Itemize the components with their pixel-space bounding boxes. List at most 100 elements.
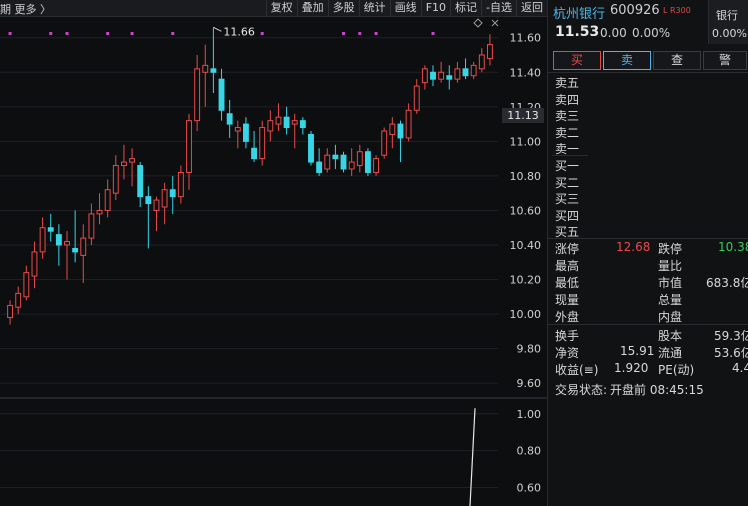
volume-line: [469, 408, 476, 506]
inner-volume-label: 内盘: [658, 310, 683, 324]
event-marker: [342, 32, 346, 35]
candle-body: [356, 151, 363, 167]
total-volume-label: 总量: [658, 293, 683, 307]
share-capital-value: 59.3亿: [714, 329, 748, 343]
candle-body: [186, 120, 192, 173]
y-axis-label: 11.60: [510, 32, 542, 45]
candle-body: [364, 151, 371, 173]
limit-down-label: 跌停: [658, 242, 683, 256]
alert-button[interactable]: 警: [703, 51, 747, 70]
toolbar-button-6[interactable]: 标记: [450, 0, 481, 16]
candle-body: [275, 116, 282, 125]
sector-change-pct: 0.00%: [712, 27, 747, 40]
y-axis-label: 11.40: [510, 66, 542, 79]
candle-body: [137, 165, 144, 198]
pe-label: PE(动): [658, 363, 695, 377]
bids-level-3: 买三: [555, 192, 580, 206]
toolbar-button-4[interactable]: 画线: [389, 0, 421, 16]
separator: [548, 72, 748, 73]
candle-body: [47, 227, 54, 232]
candle-body: [267, 120, 274, 132]
event-marker: [106, 32, 110, 35]
candle-body: [153, 199, 160, 211]
candle-body: [413, 85, 420, 111]
event-marker: [65, 32, 69, 35]
candle-body: [332, 154, 339, 160]
limit-up-value: 12.68: [616, 240, 651, 254]
sell-button[interactable]: 卖: [603, 51, 651, 70]
last-price: 11.53: [555, 24, 600, 40]
toolbar-button-8[interactable]: 返回: [516, 0, 547, 16]
price-change: 0.00: [600, 26, 627, 40]
period-more-menu[interactable]: 期 更多 〉: [0, 1, 51, 17]
current-volume-label: 现量: [555, 293, 580, 307]
market-cap-label: 市值: [658, 276, 683, 290]
candle-body: [405, 109, 412, 139]
y-axis-label: 9.80: [517, 343, 542, 356]
candle-body: [283, 116, 290, 129]
candle-body: [251, 147, 258, 160]
candle-body: [88, 213, 95, 239]
asks-level-1: 卖五: [555, 76, 580, 90]
limit-down-value: 10.38: [718, 240, 748, 254]
pe-value: 4.4: [732, 361, 748, 375]
candle-body: [104, 189, 111, 211]
candle-body: [23, 272, 30, 298]
candle-body: [438, 71, 445, 80]
separator: [552, 155, 588, 156]
toolbar-button-0[interactable]: 复权: [265, 0, 297, 16]
price-change-pct: 0.00%: [632, 26, 671, 40]
diamond-icon: [473, 18, 483, 28]
asks-level-2: 卖四: [555, 92, 580, 107]
candle-body: [373, 158, 380, 173]
toolbar-buttons: 复权 叠加 多股 统计 画线 F10 标记 -自选 返回: [265, 0, 547, 16]
high-annotation: 11.66: [223, 25, 255, 38]
market-cap-value: 683.8亿: [706, 276, 748, 290]
y-axis-label: 10.20: [510, 274, 542, 287]
y-axis-label: 10.40: [510, 239, 542, 252]
candle-body: [39, 227, 46, 253]
candle-body: [96, 209, 103, 215]
candle-body: [259, 127, 266, 160]
candle-body: [291, 120, 298, 125]
candle-body: [145, 196, 152, 205]
candle-body: [15, 292, 22, 308]
candle-body: [80, 237, 87, 256]
toolbar-button-2[interactable]: 多股: [327, 0, 359, 16]
collapse-icon: [491, 19, 499, 27]
candle-body: [177, 171, 184, 198]
candle-body: [348, 161, 355, 170]
query-button[interactable]: 查: [653, 51, 701, 70]
separator: [548, 324, 748, 325]
candle-body: [64, 241, 70, 246]
candle-body: [194, 68, 201, 122]
asks-level-4: 卖二: [555, 125, 580, 140]
event-marker: [374, 32, 378, 35]
y-axis-label: 10.00: [510, 308, 542, 321]
candlestick-chart[interactable]: 11.6011.4011.2011.0010.8010.6010.4010.20…: [0, 17, 547, 397]
low-label: 最低: [555, 276, 580, 290]
event-marker: [260, 32, 264, 35]
eps-value: 1.920: [614, 361, 649, 375]
candle-body: [340, 154, 347, 170]
turnover-label: 换手: [555, 329, 580, 343]
toolbar-button-1[interactable]: 叠加: [296, 0, 328, 16]
trade-status-value: 开盘前 08:45:15: [610, 383, 704, 397]
candle-body: [72, 247, 79, 253]
candle-body: [129, 158, 136, 163]
candle-body: [324, 154, 331, 170]
y-axis-label: 10.60: [510, 204, 542, 217]
candle-body: [226, 113, 233, 125]
candle-body: [462, 68, 469, 77]
toolbar-button-3[interactable]: 统计: [358, 0, 390, 16]
candle-body: [234, 127, 241, 132]
float-cap-label: 流通: [658, 346, 683, 360]
sector-name: 银行: [716, 9, 738, 22]
candle-body: [454, 68, 461, 80]
toolbar-button-5[interactable]: F10: [420, 0, 450, 16]
buy-button[interactable]: 买: [553, 51, 601, 70]
volume-chart[interactable]: 1.00 0.80 0.60: [0, 399, 547, 506]
candle-body: [31, 251, 38, 277]
candle-body: [478, 54, 485, 70]
toolbar-button-7[interactable]: -自选: [481, 0, 516, 16]
